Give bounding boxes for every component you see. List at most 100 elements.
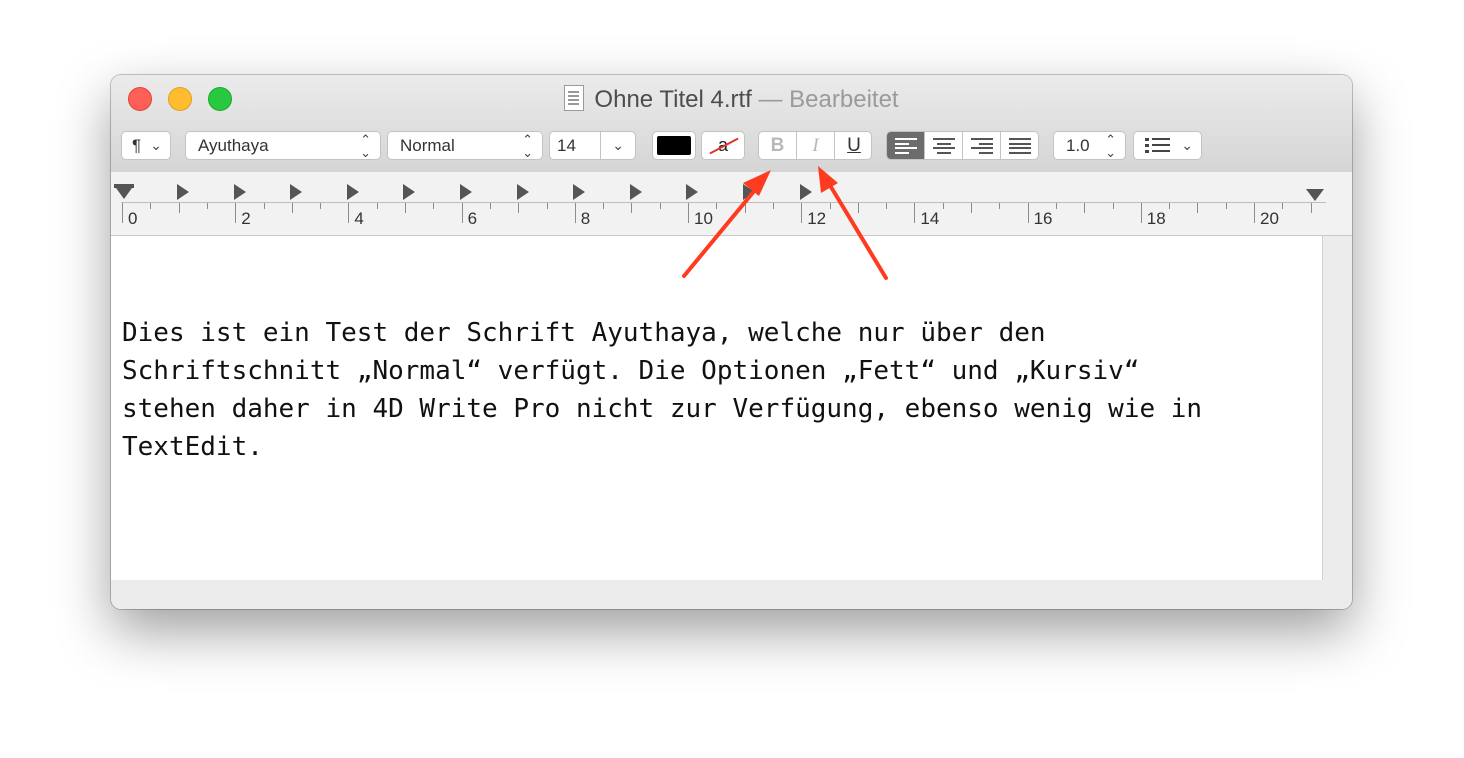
right-indent-marker[interactable] [1306, 189, 1324, 201]
ruler-tick [659, 203, 661, 209]
tab-stop-marker[interactable] [403, 184, 416, 200]
updown-chevron-icon: ⌃ ⌄ [360, 131, 371, 160]
ruler-tick [376, 203, 378, 209]
ruler-number: 0 [128, 209, 138, 228]
ruler-number: 16 [1033, 209, 1053, 228]
window-bottom-bar [111, 580, 1352, 609]
tab-stop-marker[interactable] [233, 184, 246, 200]
ruler-tick [857, 203, 859, 213]
updown-chevron-icon: ⌃ ⌄ [522, 131, 533, 160]
ruler-tick [518, 203, 520, 213]
text-style-segmented-control: B I U [758, 131, 872, 160]
ruler-tick [178, 203, 180, 213]
ruler-tick [744, 203, 746, 213]
ruler-number: 2 [241, 209, 251, 228]
updown-chevron-icon: ⌃ ⌄ [1105, 131, 1116, 160]
ruler-tick [122, 203, 123, 223]
paragraph-icon: ¶ [132, 136, 142, 155]
text-color-well[interactable] [652, 131, 696, 160]
align-left-button[interactable] [887, 132, 925, 159]
tab-stop-marker[interactable] [686, 184, 699, 200]
ruler-tick [206, 203, 208, 209]
ruler-number: 18 [1146, 209, 1166, 228]
ruler-tick [1140, 203, 1142, 223]
paragraph-styles-popup[interactable]: ¶ ⌄ [121, 131, 171, 160]
ruler-tick [235, 203, 237, 223]
ruler-tick [461, 203, 463, 223]
alignment-segmented-control [886, 131, 1039, 160]
tab-stop-marker[interactable] [629, 184, 642, 200]
ruler[interactable]: 0 2 4 6 8 10 12 14 16 18 20 [111, 172, 1352, 236]
ruler-tick [631, 203, 633, 213]
list-bullets-popup[interactable]: ⌄ [1133, 131, 1202, 160]
ruler-tick [1169, 203, 1171, 209]
ruler-number: 6 [467, 209, 478, 228]
tab-stop-marker[interactable] [460, 184, 472, 200]
line-spacing-popup[interactable]: 1.0 ⌃ ⌄ [1053, 131, 1126, 160]
combo-divider [600, 132, 601, 159]
font-family-value: Ayuthaya [198, 136, 269, 155]
ruler-number: 10 [694, 209, 713, 228]
ruler-tick [801, 203, 803, 223]
document-area[interactable]: Dies ist ein Test der Schrift Ayuthaya, … [111, 236, 1323, 581]
justify-icon [1009, 138, 1031, 155]
font-size-value[interactable]: 14 [557, 132, 576, 159]
ruler-tick [971, 203, 972, 213]
font-size-combo[interactable]: 14 ⌄ [549, 131, 636, 160]
ruler-number: 14 [920, 209, 940, 228]
ruler-tick [716, 203, 718, 209]
underline-button[interactable]: U [835, 132, 871, 159]
ruler-tick [1197, 203, 1199, 213]
background-color-well[interactable]: a [701, 131, 745, 160]
window-title: Ohne Titel 4.rtf — Bearbeitet [111, 85, 1352, 114]
ruler-tick [433, 203, 435, 209]
ruler-tick [603, 203, 605, 209]
typeface-popup[interactable]: Normal ⌃ ⌄ [387, 131, 543, 160]
ruler-tick [942, 203, 944, 209]
ruler-tick [150, 203, 152, 209]
tab-stop-marker[interactable] [799, 184, 812, 200]
italic-button[interactable]: I [797, 132, 835, 159]
ruler-tick [1112, 203, 1114, 209]
ruler-tick [1254, 203, 1255, 223]
textedit-window: Ohne Titel 4.rtf — Bearbeitet ¶ ⌄ Ayutha… [111, 75, 1352, 609]
ruler-tick [772, 203, 774, 209]
ruler-tick [405, 203, 406, 213]
ruler-tick [263, 203, 265, 209]
left-indent-marker[interactable] [116, 188, 132, 199]
ruler-tick [1282, 203, 1284, 209]
typeface-value: Normal [400, 136, 455, 155]
font-family-popup[interactable]: Ayuthaya ⌃ ⌄ [185, 131, 381, 160]
ruler-tick [914, 203, 916, 223]
chevron-down-icon: ⌄ [150, 137, 162, 153]
document-body-text[interactable]: Dies ist ein Test der Schrift Ayuthaya, … [122, 314, 1302, 466]
ruler-tick [291, 203, 293, 213]
bold-button[interactable]: B [759, 132, 797, 159]
align-right-button[interactable] [963, 132, 1001, 159]
ruler-baseline [121, 202, 1326, 203]
tab-stop-marker[interactable] [516, 184, 529, 200]
tab-stop-marker[interactable] [346, 184, 359, 200]
align-right-icon [971, 138, 993, 155]
ruler-tick [320, 203, 322, 209]
tab-stop-marker[interactable] [573, 184, 586, 200]
chevron-down-icon[interactable]: ⌄ [612, 132, 624, 159]
ruler-tick [999, 203, 1001, 209]
edited-status: Bearbeitet [789, 86, 899, 113]
ruler-number: 8 [580, 209, 591, 228]
ruler-tick [348, 203, 350, 223]
align-center-icon [933, 138, 955, 155]
chevron-down-icon: ⌄ [1181, 137, 1193, 153]
title-and-toolbar: Ohne Titel 4.rtf — Bearbeitet ¶ ⌄ Ayutha… [111, 75, 1352, 173]
tab-stop-marker[interactable] [290, 184, 303, 200]
ruler-tick [574, 203, 576, 223]
align-left-icon [895, 138, 917, 155]
justify-button[interactable] [1001, 132, 1038, 159]
tab-stop-marker[interactable] [743, 184, 755, 200]
ruler-tick [886, 203, 888, 209]
ruler-tick [1027, 203, 1029, 223]
ruler-tick [829, 203, 831, 209]
align-center-button[interactable] [925, 132, 963, 159]
tab-stop-marker[interactable] [177, 184, 189, 200]
ruler-number: 20 [1260, 209, 1279, 228]
